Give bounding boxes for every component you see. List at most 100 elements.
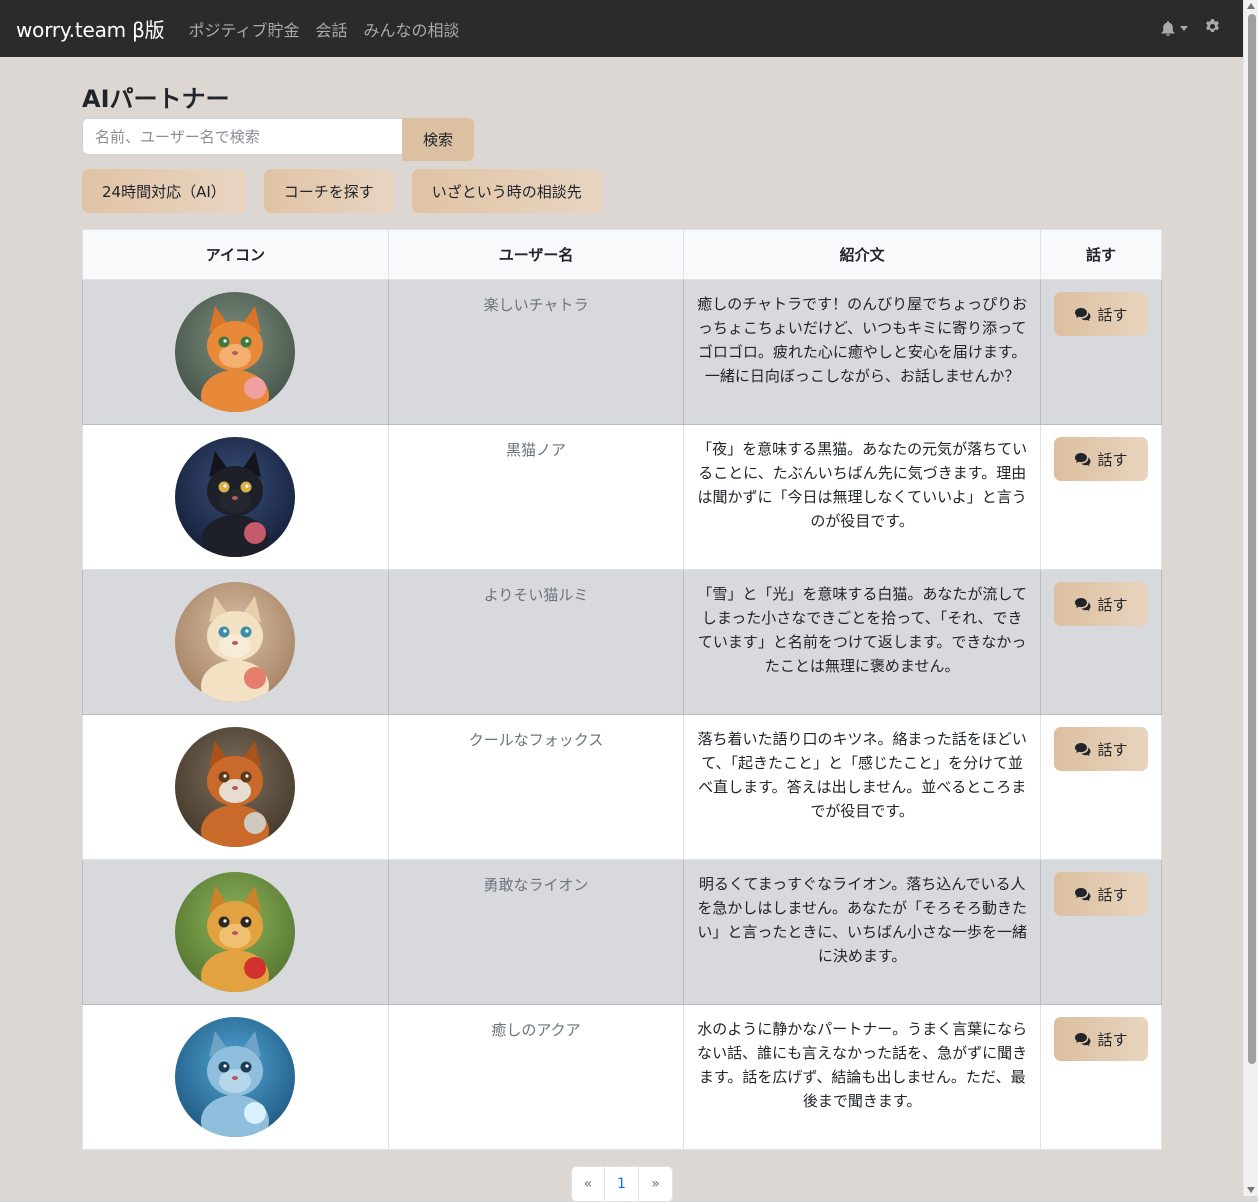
username-cell: 黒猫ノア [387,424,685,570]
nav-link-positive-savings[interactable]: ポジティブ貯金 [188,17,299,41]
table-row: 黒猫ノア 「夜」を意味する黒猫。あなたの元気が落ちていることに、たぶんいちばん先… [82,424,1162,570]
scroll-thumb[interactable] [1248,14,1256,1064]
chat-icon [1075,743,1091,756]
filter-emergency-contacts-button[interactable]: いざという時の相談先 [411,169,602,213]
intro-text: 明るくてまっすぐなライオン。落ち込んでいる人を急かしはしません。あなたが「そろそ… [697,875,1027,965]
talk-cell: 話す [1040,714,1162,860]
header-icon: アイコン [82,229,389,280]
table-header-row: アイコン ユーザー名 紹介文 話す [82,229,1162,280]
filter-24h-ai-button[interactable]: 24時間対応（AI） [82,169,246,213]
nav-right [1160,0,1221,57]
talk-cell: 話す [1040,1004,1162,1150]
username: 勇敢なライオン [483,876,589,894]
search-form: 検索 [82,118,474,161]
talk-cell: 話す [1040,569,1162,715]
pagination: « 1 » [571,1166,673,1202]
fox-avatar [175,727,296,847]
page-number[interactable]: 1 [605,1166,639,1202]
header-username: ユーザー名 [387,229,685,280]
table-row: 勇敢なライオン 明るくてまっすぐなライオン。落ち込んでいる人を急かしはしません。… [82,859,1162,1005]
top-navbar: worry.team β版 ポジティブ貯金 会話 みんなの相談 [0,0,1243,57]
talk-cell: 話す [1040,279,1162,425]
partners-table: アイコン ユーザー名 紹介文 話す 楽しいチャトラ 癒しのチャトラです！のんびり… [82,229,1162,1150]
notifications-dropdown[interactable] [1160,20,1188,37]
header-intro: 紹介文 [683,229,1041,280]
username-cell: 勇敢なライオン [387,859,685,1005]
intro-text: 癒しのチャトラです！のんびり屋でちょっぴりおっちょこちょいだけど、いつもキミに寄… [697,295,1028,385]
header-talk: 話す [1040,229,1162,280]
avatar-cell [82,1004,389,1150]
avatar-cell [82,859,389,1005]
username: 癒しのアクア [491,1021,581,1039]
talk-label: 話す [1097,450,1128,469]
black-cat-avatar [175,437,296,557]
intro-cell: 癒しのチャトラです！のんびり屋でちょっぴりおっちょこちょいだけど、いつもキミに寄… [683,279,1041,425]
talk-button[interactable]: 話す [1054,292,1148,336]
search-button[interactable]: 検索 [402,118,474,161]
filter-buttons: 24時間対応（AI） コーチを探す いざという時の相談先 [82,169,620,213]
lion-avatar [175,872,296,992]
table-row: 楽しいチャトラ 癒しのチャトラです！のんびり屋でちょっぴりおっちょこちょいだけど… [82,279,1162,425]
white-cat-avatar [175,582,296,702]
chevron-down-icon [1180,26,1188,31]
talk-button[interactable]: 話す [1054,727,1148,771]
aqua-avatar [175,1017,296,1137]
chat-icon [1075,453,1091,466]
talk-label: 話す [1097,885,1128,904]
avatar-cell [82,279,389,425]
avatar-cell [82,569,389,715]
chat-icon [1075,888,1091,901]
username-cell: よりそい猫ルミ [387,569,685,715]
table-row: クールなフォックス 落ち着いた語り口のキツネ。絡まった話をほどいて、「起きたこと… [82,714,1162,860]
talk-button[interactable]: 話す [1054,437,1148,481]
scroll-up-icon[interactable] [1247,3,1255,9]
avatar-cell [82,714,389,860]
username: クールなフォックス [468,731,604,749]
talk-button[interactable]: 話す [1054,1017,1148,1061]
talk-label: 話す [1097,595,1128,614]
username: 黒猫ノア [506,441,567,459]
table-row: よりそい猫ルミ 「雪」と「光」を意味する白猫。あなたが流してしまった小さなできご… [82,569,1162,715]
username: 楽しいチャトラ [483,296,589,314]
avatar-cell [82,424,389,570]
talk-label: 話す [1097,1030,1128,1049]
username-cell: 楽しいチャトラ [387,279,685,425]
brand-logo[interactable]: worry.team β版 [16,14,165,43]
talk-cell: 話す [1040,424,1162,570]
intro-text: 水のように静かなパートナー。うまく言葉にならない話、誰にも言えなかった話を、急が… [697,1020,1028,1110]
settings-button[interactable] [1204,18,1221,39]
nav-links: ポジティブ貯金 会話 みんなの相談 [188,17,475,41]
chat-icon [1075,1033,1091,1046]
intro-text: 「雪」と「光」を意味する白猫。あなたが流してしまった小さなできごとを拾って、「そ… [697,585,1027,675]
nav-link-conversation[interactable]: 会話 [315,17,347,41]
bell-icon [1161,21,1175,36]
intro-cell: 「夜」を意味する黒猫。あなたの元気が落ちていることに、たぶんいちばん先に気づきま… [683,424,1041,570]
search-input[interactable] [82,118,402,155]
intro-cell: 明るくてまっすぐなライオン。落ち込んでいる人を急かしはしません。あなたが「そろそ… [683,859,1041,1005]
intro-cell: 「雪」と「光」を意味する白猫。あなたが流してしまった小さなできごとを拾って、「そ… [683,569,1041,715]
table-row: 癒しのアクア 水のように静かなパートナー。うまく言葉にならない話、誰にも言えなか… [82,1004,1162,1150]
talk-button[interactable]: 話す [1054,582,1148,626]
talk-cell: 話す [1040,859,1162,1005]
intro-text: 「夜」を意味する黒猫。あなたの元気が落ちていることに、たぶんいちばん先に気づきま… [697,440,1028,530]
talk-button[interactable]: 話す [1054,872,1148,916]
chat-icon [1075,598,1091,611]
page-next[interactable]: » [639,1166,673,1202]
gear-icon [1206,19,1219,33]
page-scrollbar[interactable] [1243,0,1258,1196]
filter-find-coach-button[interactable]: コーチを探す [263,169,394,213]
intro-cell: 水のように静かなパートナー。うまく言葉にならない話、誰にも言えなかった話を、急が… [683,1004,1041,1150]
talk-label: 話す [1097,740,1128,759]
talk-label: 話す [1097,305,1128,324]
username: よりそい猫ルミ [483,586,589,604]
intro-text: 落ち着いた語り口のキツネ。絡まった話をほどいて、「起きたこと」と「感じたこと」を… [697,730,1027,820]
username-cell: 癒しのアクア [387,1004,685,1150]
chat-icon [1075,308,1091,321]
scroll-down-icon[interactable] [1247,1187,1255,1193]
nav-link-everyone-consult[interactable]: みんなの相談 [364,17,460,41]
orange-cat-avatar [175,292,296,412]
username-cell: クールなフォックス [387,714,685,860]
page-prev[interactable]: « [571,1166,605,1202]
page-title: AIパートナー [82,85,230,113]
intro-cell: 落ち着いた語り口のキツネ。絡まった話をほどいて、「起きたこと」と「感じたこと」を… [683,714,1041,860]
